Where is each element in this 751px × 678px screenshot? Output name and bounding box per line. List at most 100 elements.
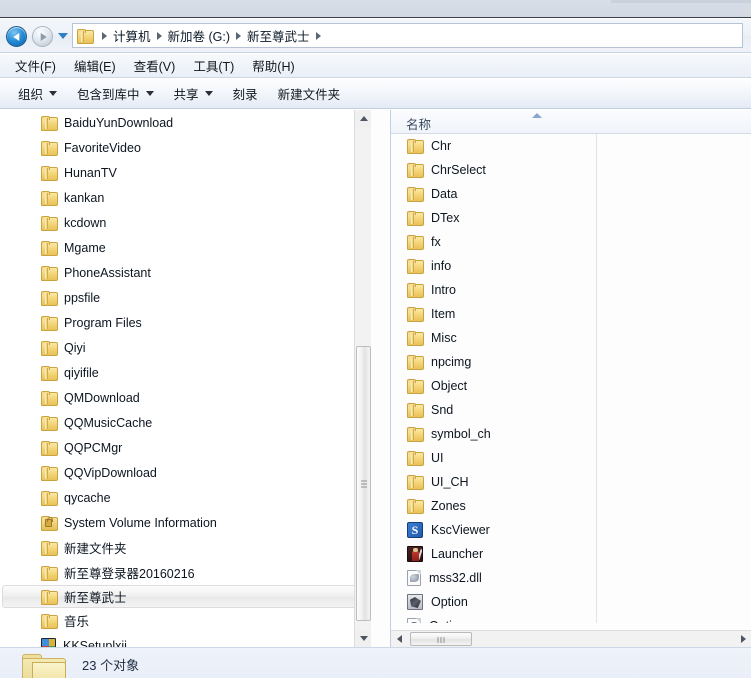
forward-button[interactable] — [32, 26, 53, 47]
menu-item-edit[interactable]: 编辑(E) — [65, 54, 125, 77]
dll-file-icon — [407, 570, 421, 586]
tree-item[interactable]: BaiduYunDownload — [0, 110, 371, 135]
list-item[interactable]: Data — [391, 182, 751, 206]
tree-item[interactable]: QQPCMgr — [0, 435, 371, 460]
toolbar-burn-button[interactable]: 刻录 — [223, 80, 268, 107]
tree-item[interactable]: FavoriteVideo — [0, 135, 371, 160]
tree-item[interactable]: kankan — [0, 185, 371, 210]
folder-icon — [41, 140, 58, 156]
folder-icon — [41, 490, 58, 506]
tree-item[interactable]: 音乐 — [0, 608, 371, 633]
breadcrumb-separator-icon — [315, 31, 321, 40]
list-item[interactable]: info — [391, 254, 751, 278]
folder-icon — [407, 235, 424, 250]
toolbar-share-label: 共享 — [173, 88, 199, 102]
list-item-label: symbol_ch — [431, 427, 491, 441]
tree-item-label: qiyifile — [64, 365, 99, 380]
menu-item-file[interactable]: 文件(F) — [6, 54, 65, 77]
folder-icon — [41, 190, 58, 206]
list-item[interactable]: Snd — [391, 398, 751, 422]
folder-icon — [41, 315, 58, 331]
scroll-down-button[interactable] — [355, 630, 371, 647]
content-area: BaiduYunDownload FavoriteVideo HunanTV kank… — [0, 110, 751, 647]
list-item[interactable]: Intro — [391, 278, 751, 302]
toolbar-new-folder-button[interactable]: 新建文件夹 — [268, 80, 351, 107]
file-list-horizontal-scrollbar[interactable] — [391, 630, 751, 647]
list-item[interactable]: Zones — [391, 494, 751, 518]
toolbar-include-in-library-button[interactable]: 包含到库中 — [67, 80, 164, 107]
menu-item-tools[interactable]: 工具(T) — [184, 54, 243, 77]
list-item[interactable]: symbol_ch — [391, 422, 751, 446]
breadcrumb-separator-icon — [236, 31, 242, 40]
list-item[interactable]: ChrSelect — [391, 158, 751, 182]
list-item-label: KscViewer — [431, 523, 490, 537]
list-item[interactable]: UI — [391, 446, 751, 470]
tree-item[interactable]: kcdown — [0, 210, 371, 235]
list-item[interactable]: mss32.dll — [391, 566, 751, 590]
toolbar-organize-button[interactable]: 组织 — [8, 80, 67, 107]
toolbar-new-folder-label: 新建文件夹 — [277, 88, 341, 102]
tree-item-label: Mgame — [64, 240, 106, 255]
breadcrumb-item-2[interactable]: 新至尊武士 — [247, 26, 310, 45]
tree-item[interactable]: HunanTV — [0, 160, 371, 185]
navigation-pane-vertical-scrollbar[interactable] — [354, 110, 371, 647]
list-item[interactable]: Launcher — [391, 542, 751, 566]
scroll-up-button[interactable] — [355, 110, 371, 127]
list-item[interactable]: fx — [391, 230, 751, 254]
tree-item[interactable]: 新至尊登录器20160216 — [0, 560, 371, 585]
breadcrumb[interactable]: 计算机 新加卷 (G:) 新至尊武士 — [72, 23, 743, 48]
tree-item[interactable]: PhoneAssistant — [0, 260, 371, 285]
tree-item[interactable]: qycache — [0, 485, 371, 510]
folder-icon — [41, 165, 58, 181]
vertical-scrollbar-thumb[interactable] — [356, 346, 371, 621]
tree-item-label: 新至尊登录器20160216 — [64, 567, 195, 581]
folder-icon — [41, 440, 58, 456]
command-toolbar: 组织 包含到库中 共享 刻录 新建文件夹 — [0, 79, 751, 109]
tree-item[interactable]: QMDownload — [0, 385, 371, 410]
breadcrumb-item-0[interactable]: 计算机 — [113, 26, 151, 45]
menu-item-view[interactable]: 查看(V) — [125, 54, 185, 77]
list-item-label: info — [431, 259, 452, 273]
tree-item[interactable]: 新至尊武士 — [2, 585, 365, 608]
horizontal-scrollbar-thumb[interactable] — [410, 632, 472, 646]
folder-icon — [41, 589, 58, 605]
tree-item-label: QQVipDownload — [64, 465, 157, 480]
menu-item-help[interactable]: 帮助(H) — [243, 54, 303, 77]
list-item[interactable]: UI_CH — [391, 470, 751, 494]
list-item[interactable]: Chr — [391, 134, 751, 158]
tree-item[interactable]: QQMusicCache — [0, 410, 371, 435]
tree-item[interactable]: ppsfile — [0, 285, 371, 310]
tree-item[interactable]: KKSetuplxjj — [0, 633, 371, 647]
tree-item[interactable]: QQVipDownload — [0, 460, 371, 485]
tree-item[interactable]: Program Files — [0, 310, 371, 335]
tree-item[interactable]: qiyifile — [0, 360, 371, 385]
tree-item[interactable]: 新建文件夹 — [0, 535, 371, 560]
tree-item[interactable]: System Volume Information — [0, 510, 371, 535]
list-item[interactable]: Option — [391, 614, 751, 623]
list-item[interactable]: Option — [391, 590, 751, 614]
triangle-right-icon — [741, 635, 746, 643]
column-header-name[interactable]: 名称 — [406, 114, 431, 133]
breadcrumb-item-1[interactable]: 新加卷 (G:) — [168, 26, 231, 45]
toolbar-share-button[interactable]: 共享 — [164, 80, 223, 107]
recent-locations-chevron-down-icon[interactable] — [58, 33, 68, 39]
list-item[interactable]: Misc — [391, 326, 751, 350]
list-item[interactable]: Item — [391, 302, 751, 326]
folder-icon — [41, 613, 58, 629]
scroll-left-button[interactable] — [391, 631, 408, 647]
forward-arrow-icon — [40, 32, 47, 41]
scroll-right-button[interactable] — [735, 631, 751, 647]
list-item[interactable]: Object — [391, 374, 751, 398]
list-item[interactable]: npcimg — [391, 350, 751, 374]
tree-item-label: BaiduYunDownload — [64, 115, 174, 130]
ksc-viewer-icon: S — [407, 522, 423, 538]
tree-item[interactable]: Qiyi — [0, 335, 371, 360]
back-button[interactable] — [6, 26, 27, 47]
tree-item[interactable]: Mgame — [0, 235, 371, 260]
scrollbar-grip-icon — [437, 637, 445, 643]
list-item[interactable]: DTex — [391, 206, 751, 230]
triangle-left-icon — [397, 635, 402, 643]
list-item[interactable]: S KscViewer — [391, 518, 751, 542]
tree-item-label: FavoriteVideo — [64, 140, 141, 155]
tree-item-label: qycache — [64, 490, 111, 505]
